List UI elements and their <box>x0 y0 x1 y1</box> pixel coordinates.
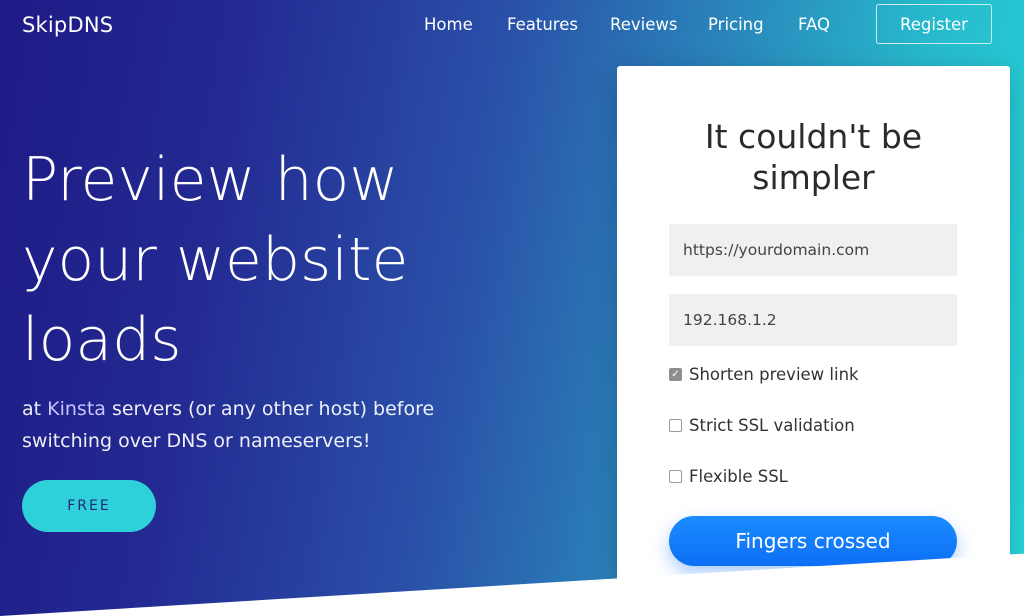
fingers-crossed-button[interactable]: Fingers crossed <box>669 516 957 566</box>
kinsta-link[interactable]: Kinsta <box>47 398 106 420</box>
hero-title-line: your website <box>22 225 409 295</box>
nav-home[interactable]: Home <box>424 15 473 34</box>
flexible-ssl-label: Flexible SSL <box>689 467 788 486</box>
strict-ssl-label: Strict SSL validation <box>689 416 855 435</box>
nav-reviews[interactable]: Reviews <box>610 15 677 34</box>
domain-input[interactable] <box>669 224 957 276</box>
landing-page: SkipDNS Home Features Reviews Pricing FA… <box>0 0 1024 616</box>
hero-title: Preview how your website loads <box>22 140 522 380</box>
hero-title-line: Preview how <box>22 145 399 215</box>
site-logo[interactable]: SkipDNS <box>22 13 113 37</box>
shorten-link-label: Shorten preview link <box>689 365 859 384</box>
shorten-link-option[interactable]: ✓ Shorten preview link <box>669 365 859 384</box>
nav-features[interactable]: Features <box>507 15 578 34</box>
nav-faq[interactable]: FAQ <box>798 15 830 34</box>
nav-pricing[interactable]: Pricing <box>708 15 764 34</box>
preview-form-card: It couldn't be simpler ✓ Shorten preview… <box>617 66 1010 616</box>
flexible-ssl-option[interactable]: Flexible SSL <box>669 467 788 486</box>
strict-ssl-checkbox[interactable] <box>669 419 682 432</box>
form-title: It couldn't be simpler <box>617 116 1010 198</box>
register-button[interactable]: Register <box>876 4 992 44</box>
shorten-link-checkbox[interactable]: ✓ <box>669 368 682 381</box>
form-title-line: simpler <box>752 158 875 197</box>
hero-subtitle: at Kinsta servers (or any other host) be… <box>22 393 492 457</box>
hero-title-line: loads <box>22 305 182 375</box>
ip-address-input[interactable] <box>669 294 957 346</box>
flexible-ssl-checkbox[interactable] <box>669 470 682 483</box>
free-button[interactable]: FREE <box>22 480 156 532</box>
hero-subtitle-pre: at <box>22 398 48 420</box>
form-title-line: It couldn't be <box>704 117 923 156</box>
strict-ssl-option[interactable]: Strict SSL validation <box>669 416 855 435</box>
